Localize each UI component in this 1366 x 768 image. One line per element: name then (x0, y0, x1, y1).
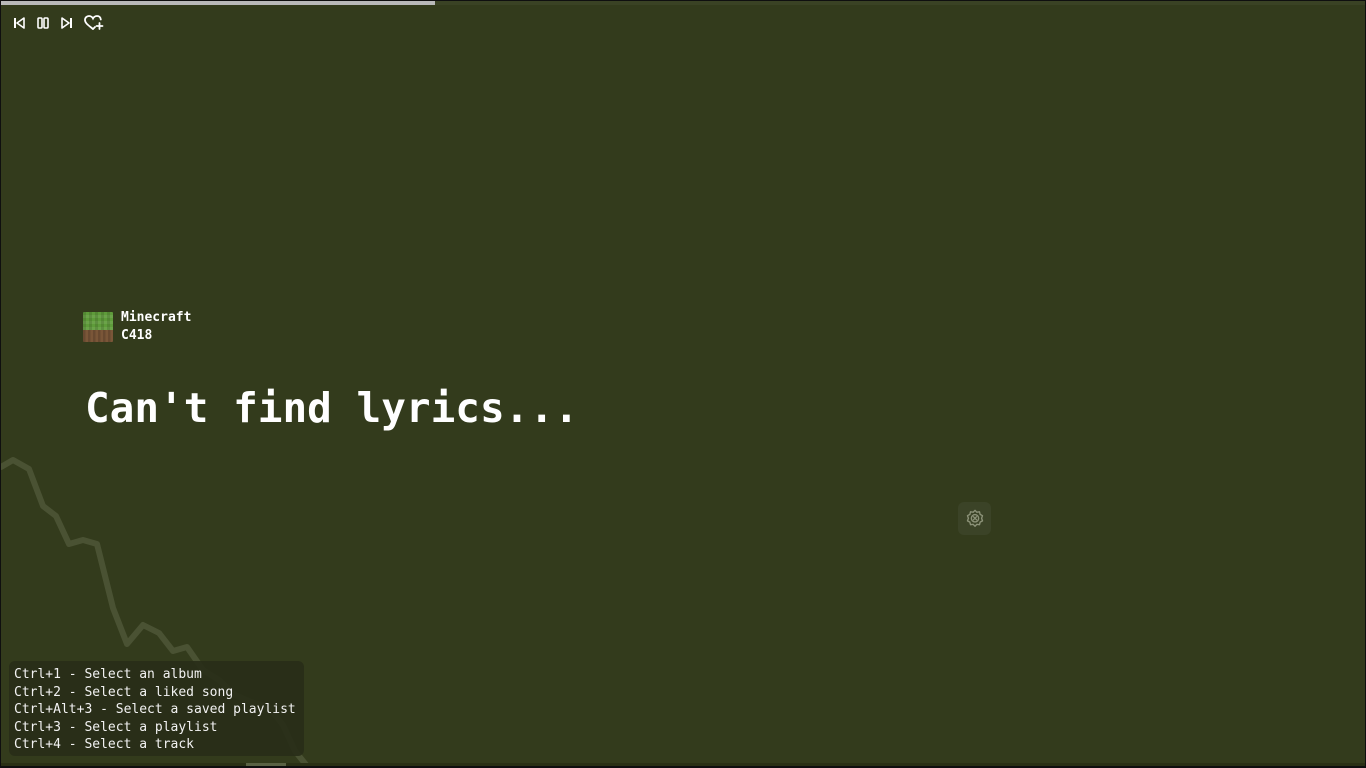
like-button[interactable] (83, 14, 105, 32)
gear-icon (966, 509, 983, 527)
track-title: Minecraft (121, 310, 192, 325)
settings-button[interactable] (958, 502, 991, 535)
next-icon (61, 17, 72, 29)
keyboard-shortcuts-panel: Ctrl+1 - Select an album Ctrl+2 - Select… (9, 661, 304, 756)
player-window: Minecraft C418 Can't find lyrics... Ctrl… (1, 1, 1365, 766)
track-artist: C418 (121, 328, 153, 343)
pause-button[interactable] (35, 14, 51, 32)
bottom-indicator (246, 763, 286, 766)
pause-icon (37, 17, 49, 29)
shortcut-item: Ctrl+1 - Select an album (14, 667, 202, 682)
album-art (83, 312, 113, 342)
previous-icon (14, 17, 25, 29)
heart-plus-icon (84, 15, 104, 30)
shortcut-item: Ctrl+Alt+3 - Select a saved playlist (14, 702, 296, 717)
now-playing: Minecraft C418 (83, 309, 191, 345)
progress-fill (1, 1, 435, 5)
bottom-bar (1, 763, 1365, 766)
previous-button[interactable] (11, 14, 27, 32)
lyrics-message: Can't find lyrics... (85, 384, 579, 432)
progress-bar[interactable] (1, 1, 1365, 5)
shortcut-item: Ctrl+3 - Select a playlist (14, 719, 218, 735)
shortcut-item: Ctrl+2 - Select a liked song (14, 684, 234, 700)
shortcut-item: Ctrl+4 - Select a track (14, 737, 195, 752)
playback-controls (11, 14, 105, 32)
next-button[interactable] (59, 14, 75, 32)
